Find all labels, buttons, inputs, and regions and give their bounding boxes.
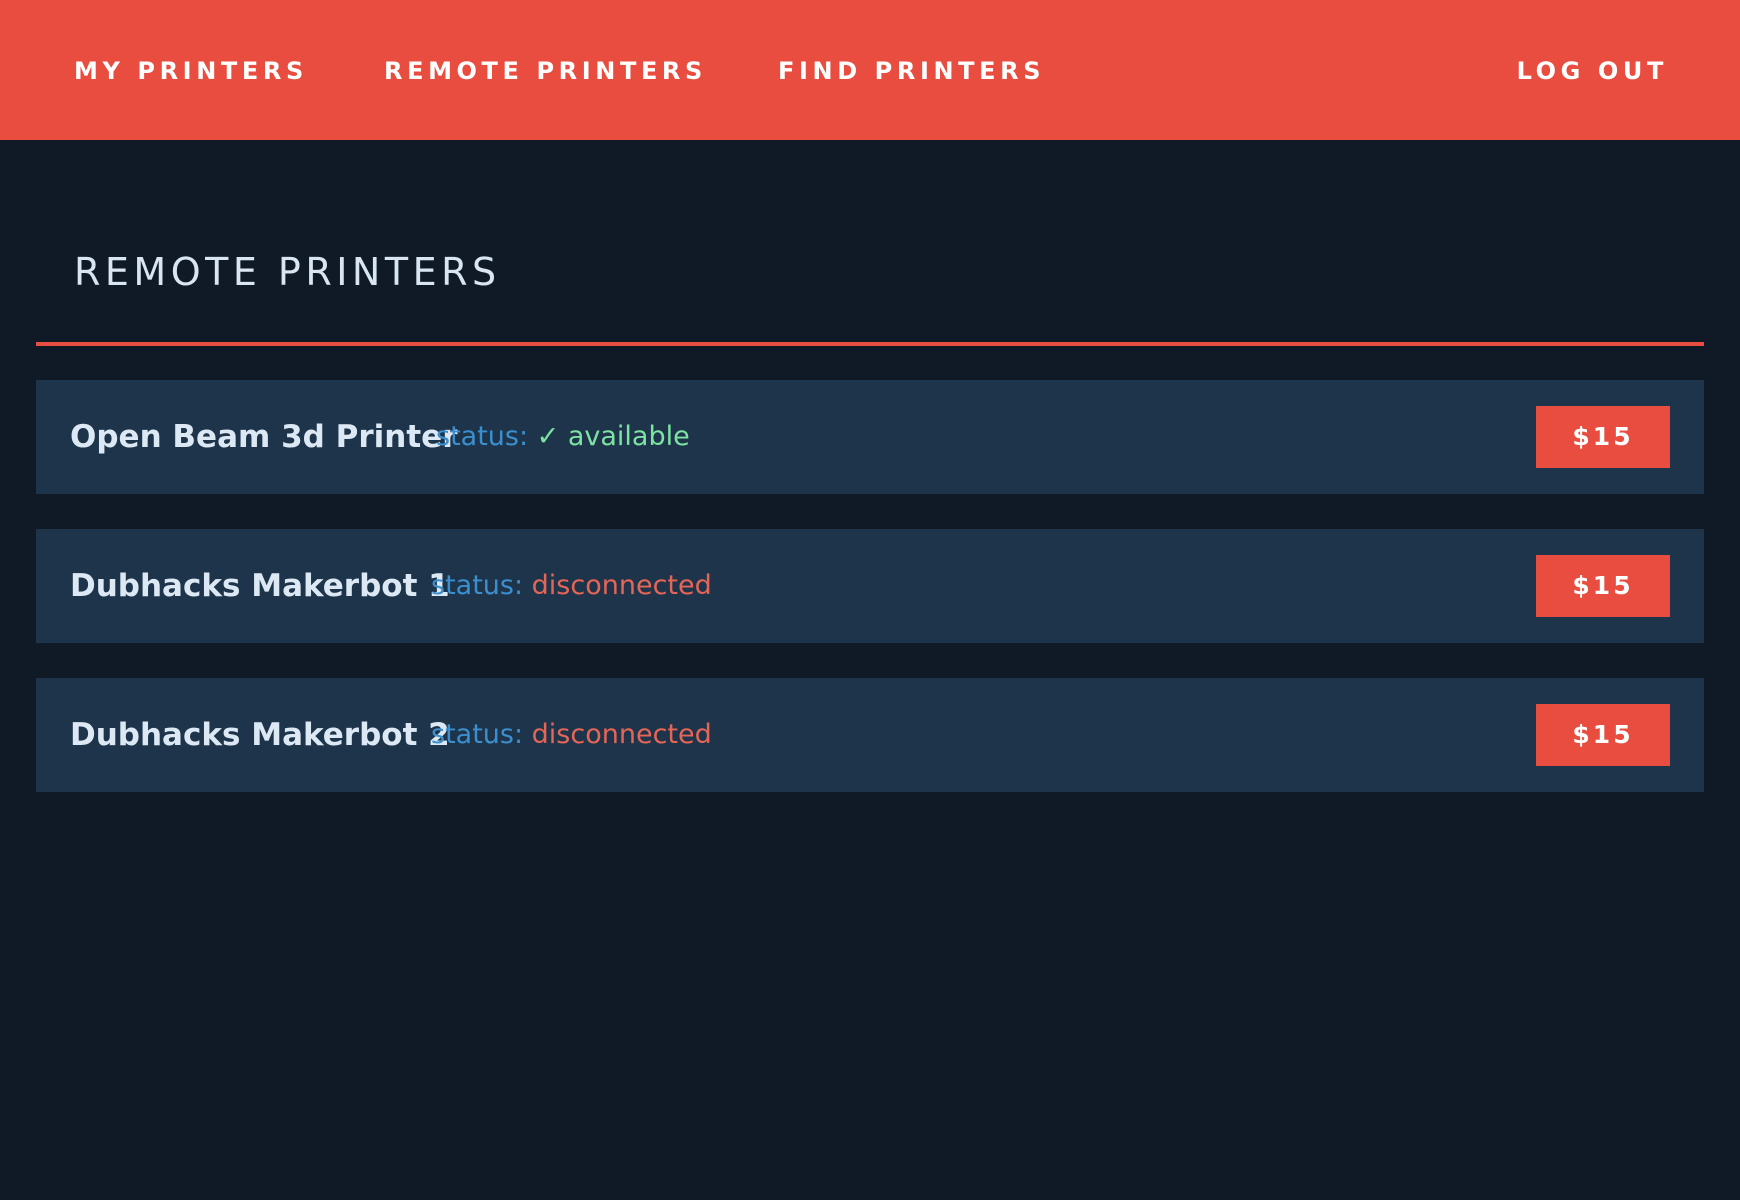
log-out-link[interactable]: LOG OUT — [1517, 53, 1668, 89]
printer-row-makerbot-2: Dubhacks Makerbot 2 status: disconnected… — [36, 678, 1704, 792]
printer-row-open-beam: Open Beam 3d Printer status: ✓ available… — [36, 380, 1704, 494]
title-divider — [36, 342, 1704, 346]
printer-name: Dubhacks Makerbot 1 — [70, 568, 450, 604]
status-label: status: — [436, 421, 529, 452]
status-value-available: ✓ available — [536, 421, 690, 452]
status-label: status: — [431, 570, 524, 601]
status-value-disconnected: disconnected — [531, 570, 712, 601]
nav-remote-printers[interactable]: REMOTE PRINTERS — [384, 53, 707, 89]
page-title: REMOTE PRINTERS — [74, 250, 501, 294]
printer-status: status: disconnected — [431, 678, 712, 792]
printer-name: Dubhacks Makerbot 2 — [70, 717, 450, 753]
printer-name: Open Beam 3d Printer — [70, 419, 458, 455]
status-label: status: — [431, 719, 524, 750]
price-button[interactable]: $15 — [1536, 406, 1670, 468]
nav-find-printers[interactable]: FIND PRINTERS — [778, 53, 1045, 89]
price-button[interactable]: $15 — [1536, 555, 1670, 617]
nav-my-printers[interactable]: MY PRINTERS — [74, 53, 308, 89]
price-button[interactable]: $15 — [1536, 704, 1670, 766]
printer-row-makerbot-1: Dubhacks Makerbot 1 status: disconnected… — [36, 529, 1704, 643]
status-value-disconnected: disconnected — [531, 719, 712, 750]
printer-status: status: disconnected — [431, 529, 712, 643]
top-nav-bar: MY PRINTERS REMOTE PRINTERS FIND PRINTER… — [0, 0, 1740, 140]
printer-status: status: ✓ available — [436, 380, 690, 494]
